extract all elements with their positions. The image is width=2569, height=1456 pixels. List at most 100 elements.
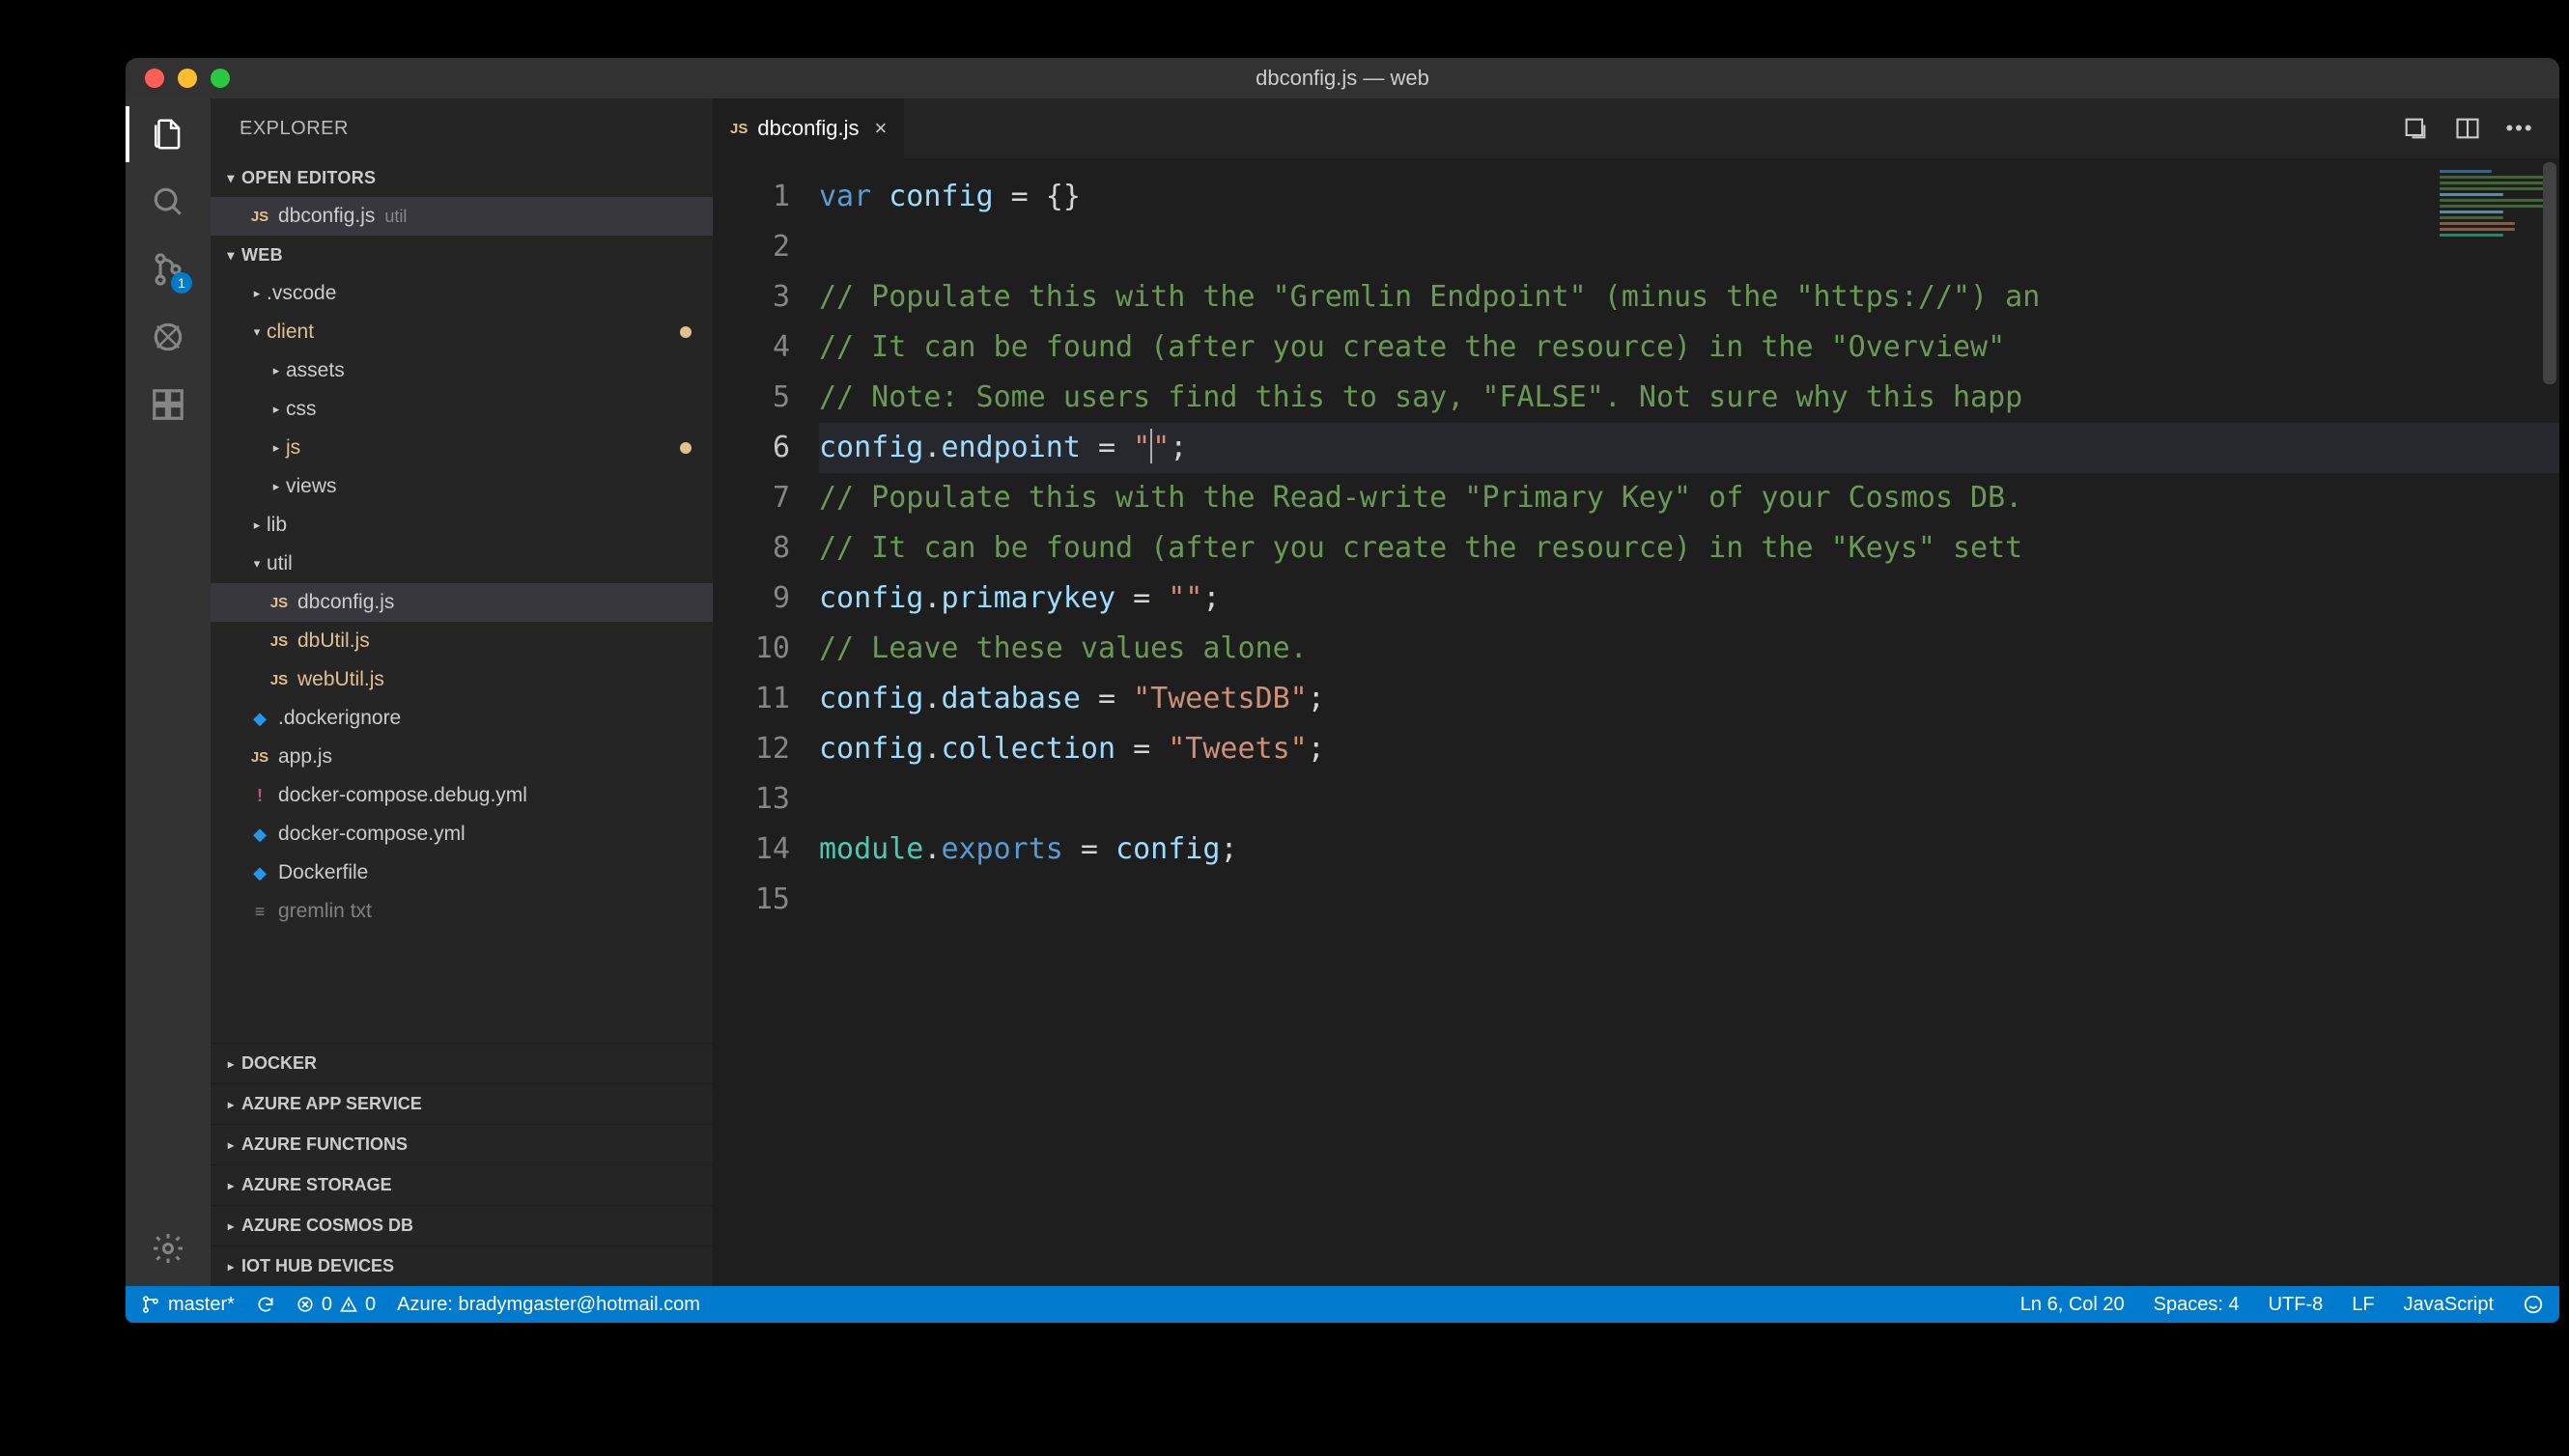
scm-badge: 1 <box>171 272 192 294</box>
chevron-right-icon: ▸ <box>220 1179 241 1192</box>
line-number-gutter: 123456789101112131415 <box>713 158 819 1286</box>
problems-status[interactable]: 0 0 <box>296 1294 376 1316</box>
sidebar-title: EXPLORER <box>211 98 713 158</box>
chevron-right-icon: ▸ <box>220 1219 241 1233</box>
js-file-icon: JS <box>267 633 292 650</box>
editor-tabs: JS dbconfig.js × ••• <box>713 98 2559 158</box>
code-editor[interactable]: 123456789101112131415 var config = {}// … <box>713 158 2559 1286</box>
editor-group: JS dbconfig.js × ••• 1234567891011121314… <box>713 98 2559 1286</box>
open-editors-header[interactable]: ▾ OPEN EDITORS <box>211 158 713 197</box>
close-tab-icon[interactable]: × <box>875 116 888 141</box>
folder-views[interactable]: ▸views <box>211 467 713 506</box>
more-actions-icon[interactable]: ••• <box>2505 114 2534 143</box>
tab-label: dbconfig.js <box>757 116 859 141</box>
search-icon[interactable] <box>148 182 188 222</box>
debug-icon[interactable] <box>148 317 188 357</box>
encoding-status[interactable]: UTF-8 <box>2269 1294 2324 1316</box>
panel-azure-functions[interactable]: ▸AZURE FUNCTIONS <box>211 1124 713 1164</box>
panel-azure-cosmos-db[interactable]: ▸AZURE COSMOS DB <box>211 1205 713 1246</box>
folder-js[interactable]: ▸js <box>211 429 713 467</box>
file-dbutil[interactable]: JSdbUtil.js <box>211 622 713 660</box>
chevron-right-icon: ▸ <box>267 402 286 417</box>
file-tree: ▸.vscode ▾client ▸assets ▸css ▸js ▸views… <box>211 274 713 931</box>
open-editor-item[interactable]: JS dbconfig.js util <box>211 197 713 236</box>
js-file-icon: JS <box>247 209 272 225</box>
code-content[interactable]: var config = {}// Populate this with the… <box>819 158 2559 1286</box>
explorer-icon[interactable] <box>148 114 188 154</box>
panel-azure-app-service[interactable]: ▸AZURE APP SERVICE <box>211 1083 713 1124</box>
settings-gear-icon[interactable] <box>148 1228 188 1269</box>
file-compose[interactable]: ◆docker-compose.yml <box>211 815 713 854</box>
docker-file-icon: ◆ <box>247 709 272 729</box>
editor-actions: ••• <box>2401 98 2559 158</box>
close-button[interactable] <box>145 69 164 88</box>
azure-account-status[interactable]: Azure: bradymgaster@hotmail.com <box>397 1294 700 1316</box>
yaml-file-icon: ! <box>247 786 272 806</box>
chevron-down-icon: ▾ <box>220 170 241 186</box>
docker-file-icon: ◆ <box>247 825 272 845</box>
cursor-position-status[interactable]: Ln 6, Col 20 <box>2020 1294 2125 1316</box>
git-branch-status[interactable]: master* <box>141 1294 235 1316</box>
folder-assets[interactable]: ▸assets <box>211 351 713 390</box>
chevron-right-icon: ▸ <box>220 1260 241 1274</box>
file-compose-debug[interactable]: !docker-compose.debug.yml <box>211 776 713 815</box>
vertical-scrollbar[interactable] <box>2540 158 2559 1286</box>
js-file-icon: JS <box>730 121 748 137</box>
traffic-lights <box>126 69 230 88</box>
chevron-right-icon: ▸ <box>220 1138 241 1152</box>
sync-status[interactable] <box>256 1295 275 1314</box>
folder-lib[interactable]: ▸lib <box>211 506 713 545</box>
folder-client[interactable]: ▾client <box>211 313 713 351</box>
status-bar: master* 0 0 Azure: bradymgaster@hotmail.… <box>126 1286 2559 1323</box>
file-app[interactable]: JSapp.js <box>211 738 713 776</box>
minimap[interactable] <box>2440 170 2555 247</box>
maximize-button[interactable] <box>211 69 230 88</box>
panel-iot-hub-devices[interactable]: ▸IOT HUB DEVICES <box>211 1246 713 1286</box>
sidebar-collapsed-panels: ▸DOCKER ▸AZURE APP SERVICE ▸AZURE FUNCTI… <box>211 1043 713 1286</box>
split-editor-icon[interactable] <box>2453 114 2482 143</box>
chevron-right-icon: ▸ <box>267 479 286 494</box>
chevron-down-icon: ▾ <box>220 247 241 264</box>
indentation-status[interactable]: Spaces: 4 <box>2154 1294 2240 1316</box>
folder-util[interactable]: ▾util <box>211 545 713 583</box>
chevron-right-icon: ▸ <box>247 286 267 301</box>
activity-bar: 1 <box>126 98 211 1286</box>
text-file-icon: ≡ <box>247 902 272 922</box>
chevron-right-icon: ▸ <box>220 1057 241 1071</box>
tab-dbconfig[interactable]: JS dbconfig.js × <box>713 98 905 158</box>
js-file-icon: JS <box>267 672 292 688</box>
panel-azure-storage[interactable]: ▸AZURE STORAGE <box>211 1164 713 1205</box>
js-file-icon: JS <box>267 595 292 611</box>
language-mode-status[interactable]: JavaScript <box>2404 1294 2494 1316</box>
compare-changes-icon[interactable] <box>2401 114 2430 143</box>
chevron-right-icon: ▸ <box>247 518 267 533</box>
chevron-right-icon: ▸ <box>220 1098 241 1111</box>
vscode-window: dbconfig.js — web 1 <box>126 58 2559 1323</box>
explorer-sidebar: EXPLORER ▾ OPEN EDITORS JS dbconfig.js u… <box>211 98 713 1286</box>
file-dockerfile[interactable]: ◆Dockerfile <box>211 854 713 892</box>
js-file-icon: JS <box>247 749 272 766</box>
file-gremlin[interactable]: ≡gremlin txt <box>211 892 713 931</box>
workspace-header[interactable]: ▾ WEB <box>211 236 713 274</box>
minimize-button[interactable] <box>178 69 197 88</box>
source-control-icon[interactable]: 1 <box>148 249 188 290</box>
file-dockerignore[interactable]: ◆.dockerignore <box>211 699 713 738</box>
panel-docker[interactable]: ▸DOCKER <box>211 1043 713 1083</box>
feedback-smiley-icon[interactable] <box>2523 1294 2544 1315</box>
modified-dot-icon <box>680 326 692 338</box>
eol-status[interactable]: LF <box>2352 1294 2374 1316</box>
window-title: dbconfig.js — web <box>126 66 2559 91</box>
extensions-icon[interactable] <box>148 384 188 425</box>
file-webutil[interactable]: JSwebUtil.js <box>211 660 713 699</box>
titlebar[interactable]: dbconfig.js — web <box>126 58 2559 98</box>
chevron-down-icon: ▾ <box>247 556 267 572</box>
modified-dot-icon <box>680 442 692 454</box>
chevron-right-icon: ▸ <box>267 440 286 456</box>
file-dbconfig[interactable]: JSdbconfig.js <box>211 583 713 622</box>
scrollbar-thumb[interactable] <box>2543 162 2556 384</box>
folder-vscode[interactable]: ▸.vscode <box>211 274 713 313</box>
docker-file-icon: ◆ <box>247 863 272 883</box>
chevron-right-icon: ▸ <box>267 363 286 378</box>
folder-css[interactable]: ▸css <box>211 390 713 429</box>
chevron-down-icon: ▾ <box>247 324 267 340</box>
